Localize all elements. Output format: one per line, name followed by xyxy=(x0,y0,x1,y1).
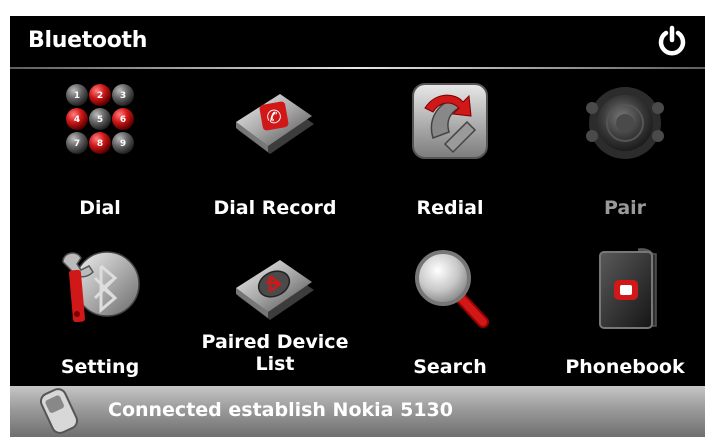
page-title: Bluetooth xyxy=(28,28,148,53)
menu-paired-device-list-label-text: Paired Device List xyxy=(201,331,349,375)
svg-text:5: 5 xyxy=(97,115,103,125)
header-bar: Bluetooth xyxy=(10,16,705,69)
menu-redial[interactable]: Redial xyxy=(363,78,537,228)
svg-text:3: 3 xyxy=(120,91,126,101)
svg-text:2: 2 xyxy=(97,91,103,101)
svg-text:6: 6 xyxy=(120,115,126,125)
svg-text:✆: ✆ xyxy=(266,107,281,128)
redial-icon xyxy=(405,78,495,168)
svg-text:1: 1 xyxy=(74,91,80,101)
bluetooth-settings-icon xyxy=(55,244,145,334)
power-icon xyxy=(658,25,686,56)
menu-phonebook-label: Phonebook xyxy=(565,356,685,378)
call-record-icon: ✆ xyxy=(230,78,320,168)
menu-paired-device-list-label: Paired Device List xyxy=(188,331,362,375)
dialpad-icon: 1 2 3 4 5 6 7 8 9 xyxy=(55,78,145,168)
menu-dial-record-label: Dial Record xyxy=(213,197,337,219)
svg-text:7: 7 xyxy=(74,139,80,149)
svg-text:4: 4 xyxy=(74,115,80,125)
menu-dial-record[interactable]: ✆ Dial Record xyxy=(188,78,362,228)
bluetooth-screen: Bluetooth 1 2 3 4 5 6 7 8 9 Dial ✆ Dial … xyxy=(10,16,705,437)
phonebook-icon xyxy=(580,244,670,334)
power-button[interactable] xyxy=(655,24,689,58)
phone-handset-icon xyxy=(30,388,88,434)
menu-search[interactable]: Search xyxy=(363,244,537,394)
menu-pair-label: Pair xyxy=(603,197,647,219)
menu-redial-label: Redial xyxy=(416,197,484,219)
paired-device-list-icon xyxy=(230,244,320,334)
magnifier-icon xyxy=(405,244,495,334)
menu-search-label: Search xyxy=(413,356,487,378)
header-divider xyxy=(10,67,705,69)
connection-status-text: Connected establish Nokia 5130 xyxy=(108,399,453,421)
svg-text:9: 9 xyxy=(120,139,126,149)
status-bar: Connected establish Nokia 5130 xyxy=(10,386,705,437)
pair-speaker-icon xyxy=(580,78,670,168)
menu-setting[interactable]: Setting xyxy=(13,244,187,394)
menu-paired-device-list[interactable]: Paired Device List xyxy=(188,244,362,394)
svg-text:8: 8 xyxy=(97,139,103,149)
menu-pair[interactable]: Pair xyxy=(538,78,705,228)
menu-dial-label: Dial xyxy=(79,197,121,219)
menu-phonebook[interactable]: Phonebook xyxy=(538,244,705,394)
menu-dial[interactable]: 1 2 3 4 5 6 7 8 9 Dial xyxy=(13,78,187,228)
menu-setting-label: Setting xyxy=(60,356,140,378)
